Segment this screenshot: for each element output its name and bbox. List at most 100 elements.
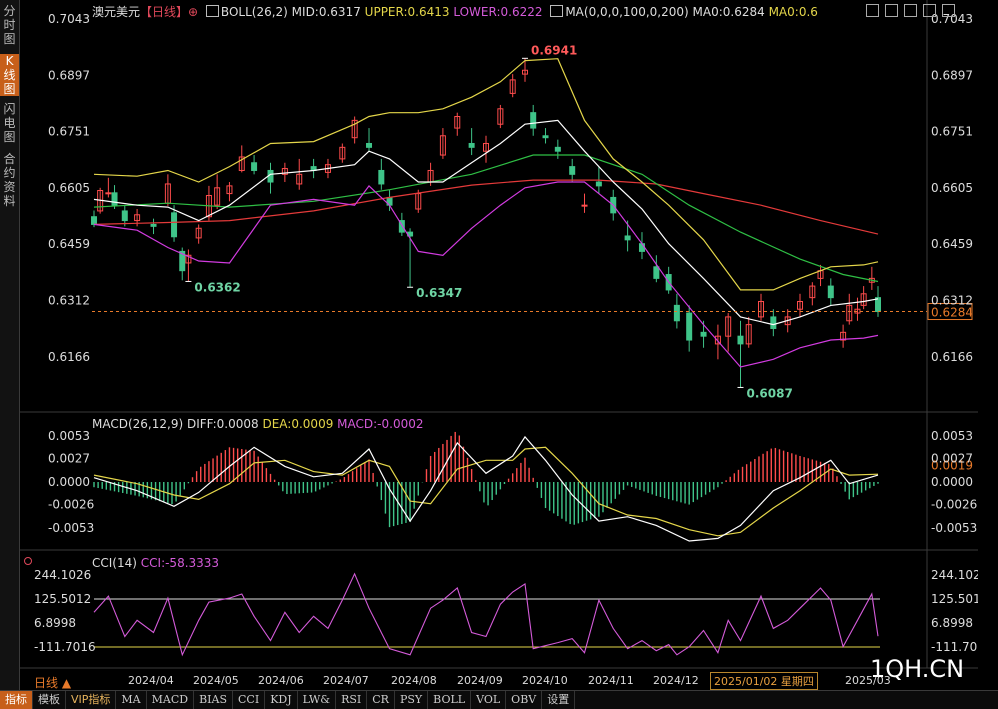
macd-value: MACD:-0.0002 (337, 417, 424, 431)
cci-tick-right: 6.8998 (931, 616, 973, 630)
ma0-value: MA0:0.6284 (692, 5, 765, 19)
macd-tick-left: 0.0027 (48, 452, 90, 466)
toolbar-tab-6[interactable]: CCI (233, 691, 266, 709)
close-icon[interactable] (942, 4, 955, 17)
macd-tick-left: -0.0053 (48, 521, 94, 535)
toolbar-tab-9[interactable]: RSI (336, 691, 368, 709)
toolbar-tab-2[interactable]: VIP指标 (66, 691, 117, 709)
macd-label: MACD(26,12,9) (92, 417, 184, 431)
candle-body-57 (770, 316, 777, 329)
boll-mid: MID:0.6317 (291, 5, 361, 19)
cci-tick-left: 244.1026 (34, 568, 91, 582)
toolbar-tab-12[interactable]: BOLL (428, 691, 472, 709)
boll-lower: LOWER:0.6222 (453, 5, 543, 19)
candle-body-43 (595, 181, 602, 187)
toolbar-tab-13[interactable]: VOL (471, 691, 507, 709)
macd-dea-line (93, 446, 879, 537)
main-info-bar: 澳元美元【日线】⊕ BOLL(26,2) MID:0.6317 UPPER:0.… (92, 3, 818, 19)
indicator-icon-2[interactable] (550, 5, 564, 17)
ma-label: MA(0,0,0,100,0,200) (565, 5, 689, 19)
cci-tick-left: -111.7016 (34, 640, 96, 654)
cci-tick-right: 125.5012 (931, 592, 978, 606)
x-label-6: 2024/10 (522, 674, 568, 687)
cci-line (93, 572, 879, 657)
macd-tick-left: 0.0000 (48, 475, 90, 489)
cci-tick-left: 125.5012 (34, 592, 91, 606)
candle-body-16 (251, 162, 258, 171)
chart-canvas[interactable]: 0.62840.6362 0.63470.69410.6087 0.0019 0.… (0, 0, 978, 690)
candle-body-24 (366, 142, 373, 148)
candle-body-33 (468, 142, 475, 148)
x-label-8: 2024/12 (653, 674, 699, 687)
price-tick-left: 0.7043 (48, 12, 90, 26)
candle-body-6 (150, 223, 157, 227)
toolbar-tab-5[interactable]: BIAS (194, 691, 233, 709)
price-tick-right: 0.6897 (931, 68, 973, 82)
price-tick-left: 0.6605 (48, 181, 90, 195)
annotation-label-1: 0.6347 (416, 286, 462, 300)
indicator-toolbar: 指标 模板 VIP指标 MA MACD BIAS CCI KDJ LW& RSI CR PSY BOLL… (0, 690, 998, 709)
toolbar-tab-0[interactable]: 指标 (0, 691, 33, 709)
price-tick-right: 0.6312 (931, 294, 973, 308)
crosshair-date: 2025/01/02 星期四 (710, 672, 818, 690)
toolbar-tab-7[interactable]: KDJ (265, 691, 298, 709)
crosshair-icon[interactable]: ⊕ (188, 5, 198, 19)
price-tick-right: 0.6605 (931, 181, 973, 195)
price-tick-left: 0.6166 (48, 350, 90, 364)
x-label-7: 2024/11 (588, 674, 634, 687)
cci-value: CCI:-58.3333 (140, 556, 220, 570)
annotation-label-0: 0.6362 (194, 280, 240, 294)
ma100-line (93, 154, 879, 283)
candle-body-40 (554, 146, 561, 152)
cci-toggle-icon[interactable] (24, 557, 32, 565)
price-tick-left: 0.6312 (48, 294, 90, 308)
indicator-icon[interactable] (205, 5, 219, 17)
x-label-2: 2024/06 (258, 674, 304, 687)
boll-label: BOLL(26,2) (220, 5, 288, 19)
toolbar-tab-11[interactable]: PSY (395, 691, 429, 709)
up-arrow-icon[interactable] (904, 4, 917, 17)
price-tick-right: 0.6166 (931, 350, 973, 364)
macd-info-bar: MACD(26,12,9) DIFF:0.0008 DEA:0.0009 MAC… (92, 417, 424, 431)
candle-body-42 (581, 204, 588, 207)
maximize-icon[interactable] (885, 4, 898, 17)
candle-body-39 (542, 135, 549, 139)
period-label[interactable]: 【日线】 (140, 5, 188, 19)
period-switch[interactable]: 日线 ▲ (34, 674, 71, 691)
candle-body-62 (827, 285, 834, 299)
candle-body-46 (638, 243, 645, 252)
settings-icon[interactable] (866, 4, 879, 17)
x-label-1: 2024/05 (193, 674, 239, 687)
toolbar-tab-14[interactable]: OBV (506, 691, 543, 709)
price-tick-left: 0.6897 (48, 68, 90, 82)
annotation-label-2: 0.6941 (531, 43, 577, 57)
x-label-0: 2024/04 (128, 674, 174, 687)
price-tick-right: 0.6459 (931, 237, 973, 251)
candle-body-41 (569, 166, 576, 175)
toolbar-tab-10[interactable]: CR (367, 691, 395, 709)
candle-body-38 (530, 112, 537, 129)
macd-tick-right: -0.0053 (931, 521, 977, 535)
cci-tick-right: -111.7016 (931, 640, 978, 654)
cci-label: CCI(14) (92, 556, 137, 570)
toolbar-tab-15[interactable]: 设置 (542, 691, 576, 709)
macd-dea: DEA:0.0009 (262, 417, 334, 431)
macd-diff-line (93, 435, 879, 542)
toolbar-tab-1[interactable]: 模板 (33, 691, 66, 709)
x-label-3: 2024/07 (323, 674, 369, 687)
boll-upper: UPPER:0.6413 (364, 5, 450, 19)
candle-body-4 (121, 210, 128, 222)
toolbar-tab-8[interactable]: LW& (298, 691, 337, 709)
macd-tick-right: -0.0026 (931, 498, 977, 512)
candle-body-54 (737, 335, 744, 345)
toolbar-tab-3[interactable]: MA (116, 691, 147, 709)
price-tick-left: 0.6751 (48, 125, 90, 139)
x-label-5: 2024/09 (457, 674, 503, 687)
candle-body-2 (105, 192, 112, 195)
down-arrow-icon[interactable] (923, 4, 936, 17)
toolbar-tab-4[interactable]: MACD (147, 691, 195, 709)
candle-body-51 (700, 331, 707, 337)
cci-info-bar: CCI(14) CCI:-58.3333 (92, 556, 219, 570)
window-tools (860, 2, 955, 21)
macd-tick-left: -0.0026 (48, 498, 94, 512)
